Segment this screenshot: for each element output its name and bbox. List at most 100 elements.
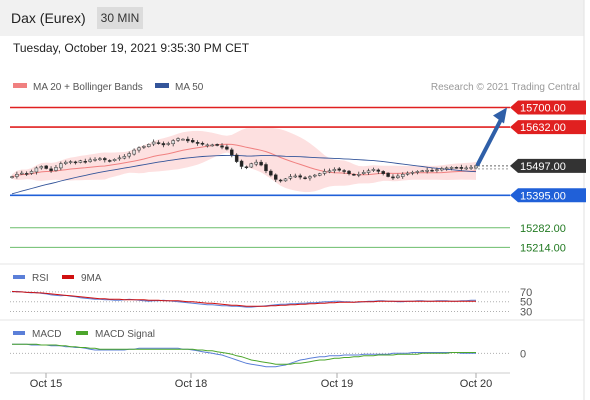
candle-body xyxy=(347,170,351,174)
candle-body xyxy=(440,168,444,171)
resistance-label: 15632.00 xyxy=(520,122,566,134)
candle-body xyxy=(54,167,58,171)
candle-body xyxy=(381,171,385,174)
candle-body xyxy=(234,154,239,162)
candle-body xyxy=(396,175,400,178)
candle-body xyxy=(147,144,151,147)
candle-body xyxy=(220,145,224,148)
candle-body xyxy=(244,166,249,169)
legend-macd: MACD xyxy=(32,329,61,340)
legend-swatch-rsi xyxy=(13,275,25,279)
candle-body xyxy=(259,161,263,166)
candle-body xyxy=(327,170,332,173)
x-axis: Oct 15 Oct 18 Oct 19 Oct 20 xyxy=(30,373,492,390)
candle-body xyxy=(293,175,298,178)
candle-body xyxy=(112,159,117,161)
candle-body xyxy=(98,158,102,160)
x-tick-label: Oct 19 xyxy=(321,378,353,390)
candle-body xyxy=(29,171,34,174)
candle-body xyxy=(68,161,73,163)
candle-body xyxy=(254,161,258,165)
candle-body xyxy=(78,160,83,163)
candle-body xyxy=(410,171,415,174)
candle-body xyxy=(317,173,322,176)
candle-body xyxy=(88,159,92,162)
candle-body xyxy=(137,147,141,151)
price-plot xyxy=(10,127,478,195)
candle-body xyxy=(313,174,317,177)
candle-body xyxy=(195,142,200,144)
candle-body xyxy=(352,174,356,176)
candle-body xyxy=(430,169,434,172)
candle-body xyxy=(298,175,302,178)
x-tick-label: Oct 20 xyxy=(460,378,492,390)
legend-swatch-macd-signal xyxy=(76,331,88,335)
candle-body xyxy=(239,160,244,167)
candle-body xyxy=(107,160,112,162)
candle-body xyxy=(127,153,131,157)
resistance-label: 15700.00 xyxy=(520,103,566,115)
candle-body xyxy=(420,170,425,173)
rsi-tick-label: 30 xyxy=(520,307,532,319)
candle-body xyxy=(39,166,44,169)
candle-body xyxy=(278,179,283,182)
candle-body xyxy=(386,172,390,177)
candle-body xyxy=(156,142,161,144)
candle-body xyxy=(205,144,210,147)
candle-body xyxy=(464,167,468,170)
candle-body xyxy=(415,171,420,173)
candle-body xyxy=(142,146,146,148)
candle-body xyxy=(151,141,156,145)
candle-body xyxy=(308,176,312,179)
candle-body xyxy=(444,167,449,170)
candle-body xyxy=(425,169,429,172)
support-label: 15282.00 xyxy=(520,223,566,235)
bollinger-band-fill xyxy=(12,127,476,193)
candle-body xyxy=(117,157,122,160)
candle-body xyxy=(283,178,288,182)
candle-body xyxy=(469,167,473,169)
candle-body xyxy=(269,170,273,176)
rsi-series-0 xyxy=(11,290,476,308)
support-label: 15214.00 xyxy=(520,242,566,254)
candle-body xyxy=(361,171,366,174)
candle-body xyxy=(93,159,97,161)
candle-body xyxy=(288,176,293,179)
candle-body xyxy=(103,158,107,161)
candle-body xyxy=(63,161,68,164)
macd-series-1 xyxy=(12,343,476,365)
candle-body xyxy=(332,169,337,172)
candle-body xyxy=(342,170,346,172)
copyright: Research © 2021 Trading Central xyxy=(431,82,580,93)
candle-body xyxy=(132,149,136,155)
candle-body xyxy=(15,174,19,177)
macd-tick-label: 0 xyxy=(520,348,526,360)
candle-body xyxy=(459,167,464,169)
candle-body xyxy=(225,146,229,150)
candle-body xyxy=(73,161,78,164)
chart-canvas: MA 20 + Bollinger Bands MA 50 Research ©… xyxy=(0,0,586,400)
candle-body xyxy=(59,163,63,169)
rsi-plot: 705030 xyxy=(10,287,532,319)
candle-body xyxy=(34,167,39,173)
legend-swatch-9ma xyxy=(62,275,74,279)
candle-body xyxy=(186,138,190,142)
candle-body xyxy=(337,168,341,171)
legend-bollinger: MA 20 + Bollinger Bands xyxy=(33,82,143,93)
candle-body xyxy=(215,144,219,146)
candle-body xyxy=(264,164,268,172)
candle-body xyxy=(400,174,405,177)
legend-rsi: RSI xyxy=(32,273,49,284)
candle-body xyxy=(161,143,166,146)
candle-body xyxy=(44,165,48,169)
candle-body xyxy=(435,169,439,171)
pivot-label: 15395.00 xyxy=(520,190,566,202)
candle-body xyxy=(357,174,361,176)
legend-9ma: 9MA xyxy=(81,273,102,284)
x-tick-label: Oct 15 xyxy=(30,378,62,390)
current-label: 15497.00 xyxy=(520,161,566,173)
candle-body xyxy=(391,176,395,179)
candle-body xyxy=(200,142,205,145)
macd-plot: 0 xyxy=(10,343,526,368)
legend-swatch-ma50 xyxy=(155,83,169,88)
